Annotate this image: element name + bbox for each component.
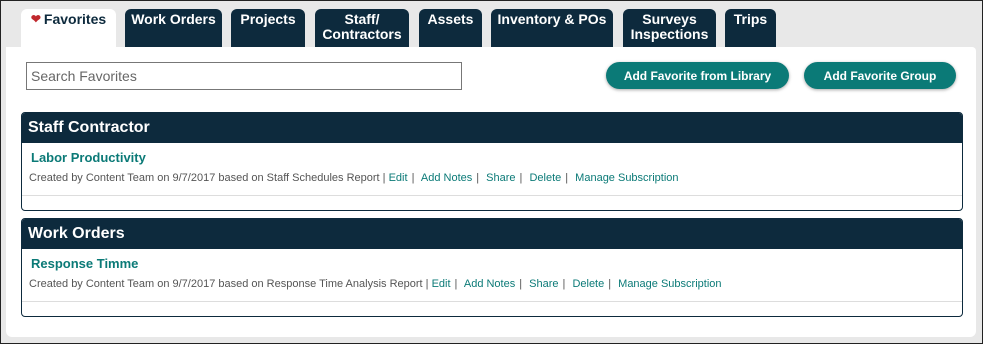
meta-text: Created by Content Team on 9/7/2017 base…	[29, 278, 429, 290]
tab-label: Favorites	[43, 11, 107, 27]
tab-label: Surveys Inspections	[630, 11, 709, 42]
add-favorite-group-button[interactable]: Add Favorite Group	[804, 62, 956, 89]
tab-work-orders[interactable]: Work Orders	[125, 9, 222, 47]
add-favorite-from-library-button[interactable]: Add Favorite from Library	[606, 62, 789, 89]
tab-label: Assets	[427, 11, 474, 27]
favorite-item-title[interactable]: Labor Productivity	[31, 150, 962, 165]
add-notes-link[interactable]: Add Notes	[464, 278, 515, 290]
favorite-item-title[interactable]: Response Timme	[31, 256, 962, 271]
share-link[interactable]: Share	[529, 278, 558, 290]
app-frame: ❤ Favorites Work Orders Projects Staff/ …	[0, 0, 983, 344]
favorite-group: Work Orders Response Timme Created by Co…	[21, 218, 963, 317]
delete-link[interactable]: Delete	[572, 278, 604, 290]
tab-assets[interactable]: Assets	[419, 9, 482, 47]
manage-subscription-link[interactable]: Manage Subscription	[575, 172, 678, 184]
add-notes-link[interactable]: Add Notes	[421, 172, 472, 184]
divider	[22, 301, 962, 302]
tab-label: Work Orders	[131, 11, 216, 27]
tab-label: Staff/ Contractors	[322, 11, 402, 42]
tab-inventory-pos[interactable]: Inventory & POs	[491, 9, 613, 47]
group-title: Staff Contractor	[22, 113, 962, 143]
share-link[interactable]: Share	[486, 172, 515, 184]
manage-subscription-link[interactable]: Manage Subscription	[618, 278, 721, 290]
tab-projects[interactable]: Projects	[231, 9, 305, 47]
tab-label: Inventory & POs	[497, 11, 607, 27]
tab-surveys-inspections[interactable]: Surveys Inspections	[623, 9, 716, 47]
favorites-panel: Add Favorite from Library Add Favorite G…	[6, 47, 976, 337]
meta-text: Created by Content Team on 9/7/2017 base…	[29, 172, 386, 184]
edit-link[interactable]: Edit	[432, 278, 451, 290]
favorite-item-meta: Created by Content Team on 9/7/2017 base…	[29, 278, 722, 290]
delete-link[interactable]: Delete	[529, 172, 561, 184]
favorite-item-meta: Created by Content Team on 9/7/2017 base…	[29, 172, 679, 184]
tab-label: Trips	[733, 11, 768, 27]
divider	[22, 195, 962, 196]
tab-staff-contractors[interactable]: Staff/ Contractors	[315, 9, 409, 47]
search-input[interactable]	[26, 62, 462, 90]
heart-icon: ❤	[30, 12, 41, 26]
favorite-group: Staff Contractor Labor Productivity Crea…	[21, 112, 963, 211]
tab-label: Projects	[240, 11, 296, 27]
edit-link[interactable]: Edit	[389, 172, 408, 184]
tab-trips[interactable]: Trips	[725, 9, 776, 47]
tab-favorites[interactable]: ❤ Favorites	[21, 9, 116, 49]
group-title: Work Orders	[22, 219, 962, 249]
